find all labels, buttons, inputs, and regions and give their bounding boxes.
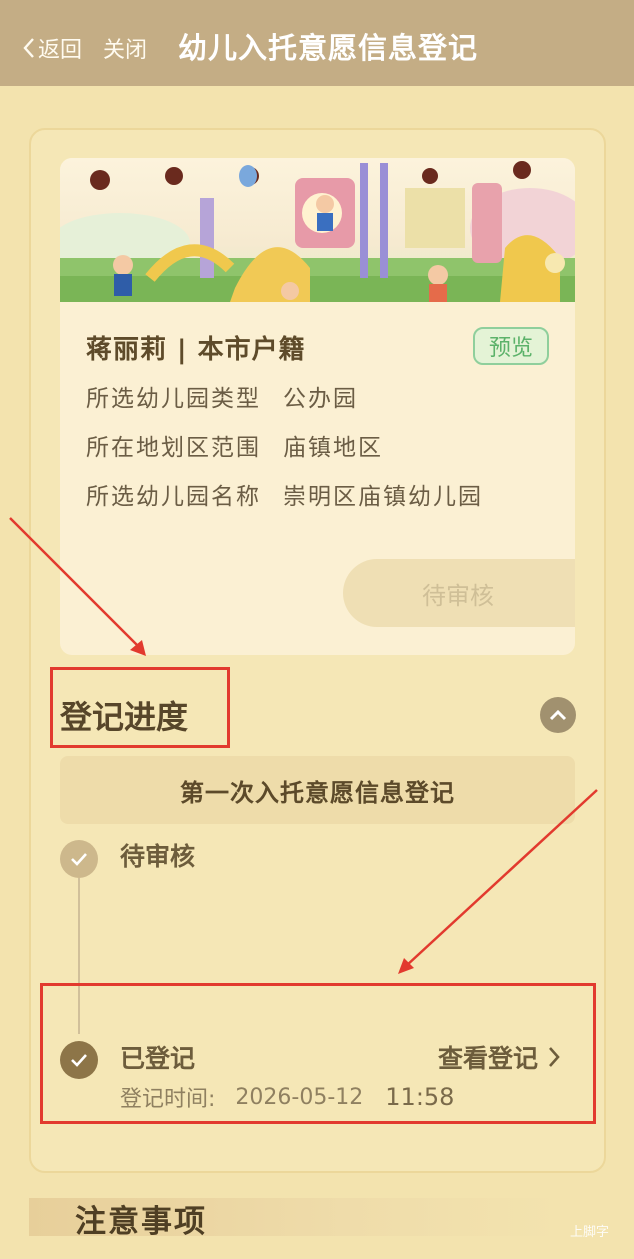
check-icon: [60, 840, 98, 878]
back-button[interactable]: 返回: [22, 30, 82, 66]
info-row-kindergarten-name: 所选幼儿园名称 崇明区庙镇幼儿园: [86, 476, 483, 512]
back-label: 返回: [38, 38, 83, 63]
info-label: 所选幼儿园类型: [86, 386, 261, 412]
applicant-name: 蒋丽莉 | 本市户籍: [86, 334, 306, 365]
page-title: 幼儿入托意愿信息登记: [178, 31, 479, 65]
annotation-highlight-box: [40, 983, 596, 1124]
chevron-left-icon: [23, 38, 34, 58]
registration-stage-bar: 第一次入托意愿信息登记: [60, 756, 575, 824]
info-row-district-range: 所在地划区范围 庙镇地区: [86, 427, 383, 463]
top-nav-bar: 返回 关闭 幼儿入托意愿信息登记: [0, 0, 634, 86]
review-status-button[interactable]: 待审核: [343, 559, 575, 627]
info-row-kindergarten-type: 所选幼儿园类型 公办园: [86, 378, 358, 414]
info-value: 庙镇地区: [283, 435, 383, 461]
step-pending-label: 待审核: [120, 842, 196, 871]
watermark-text: 上脚字: [570, 1225, 610, 1240]
info-value: 公办园: [283, 386, 358, 412]
chevron-up-icon: [549, 709, 567, 721]
preview-button[interactable]: 预览: [473, 327, 549, 365]
close-button[interactable]: 关闭: [103, 30, 147, 66]
info-label: 所选幼儿园名称: [86, 484, 261, 510]
playground-banner-image: [60, 158, 575, 302]
notes-section-title: 注意事项: [75, 1203, 207, 1240]
annotation-highlight-box: [50, 667, 230, 748]
info-value: 崇明区庙镇幼儿园: [283, 484, 483, 510]
info-label: 所在地划区范围: [86, 435, 261, 461]
collapse-toggle-button[interactable]: [540, 697, 576, 733]
